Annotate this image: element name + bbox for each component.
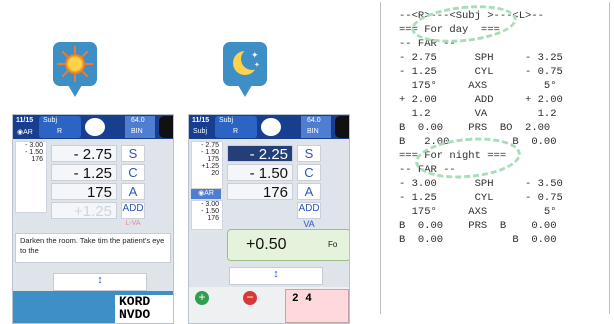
minus-button[interactable]: − bbox=[243, 291, 257, 305]
ar-cyl: - 1.50 bbox=[25, 149, 43, 156]
eye-r-label: R bbox=[57, 128, 63, 135]
va-label: VA bbox=[303, 219, 315, 229]
cyl-value[interactable]: - 1.25 bbox=[51, 164, 117, 182]
print-line: B 0.00 B 0.00 bbox=[399, 234, 557, 246]
sph-label[interactable]: S bbox=[121, 145, 145, 162]
sph-label[interactable]: S bbox=[297, 145, 321, 162]
va-label: L-VA bbox=[125, 220, 141, 227]
plus-button[interactable]: + bbox=[195, 291, 209, 305]
star-icon: ✦ bbox=[251, 50, 259, 60]
panel-edge bbox=[159, 116, 173, 138]
subj-axs: 175 bbox=[207, 156, 219, 163]
ar-sph: - 3.00 bbox=[25, 142, 43, 149]
top-bar: 11/15 ◉AR Subj R 64.0 BIN bbox=[13, 115, 173, 139]
lens-icon[interactable] bbox=[261, 118, 281, 136]
sun-icon bbox=[65, 54, 85, 74]
add-value[interactable]: +1.25 bbox=[51, 202, 117, 220]
date-label: 11/15 bbox=[192, 117, 210, 124]
pd-value: 64.0 bbox=[131, 117, 145, 124]
instruction-message: Darken the room. Take tim the patient's … bbox=[15, 233, 171, 263]
scroll-arrow-button[interactable]: ↕ bbox=[229, 267, 323, 285]
print-line: B 0.00 PRS BO 2.00 bbox=[399, 122, 551, 134]
print-line: - 1.25 CYL - 0.75 bbox=[399, 192, 563, 204]
print-line: - 1.25 CYL - 0.75 bbox=[399, 66, 563, 78]
ar-cyl: - 1.50 bbox=[201, 208, 219, 215]
bin-button[interactable]: 64.0 BIN bbox=[125, 116, 155, 138]
scroll-arrow-button[interactable]: ↕ bbox=[53, 273, 147, 291]
print-line: B 0.00 PRS B 0.00 bbox=[399, 220, 557, 232]
cyl-label[interactable]: C bbox=[121, 164, 145, 181]
print-line: 175° AXS 5° bbox=[399, 80, 557, 92]
axs-value[interactable]: 176 bbox=[227, 183, 293, 201]
night-device-screen: 11/15 Subj Subj R 64.0 BIN - 2.75 - 1.50… bbox=[188, 114, 350, 324]
add-label[interactable]: ADD bbox=[297, 202, 321, 219]
print-line: 175° AXS 5° bbox=[399, 206, 557, 218]
number-chart[interactable]: 2 4 bbox=[285, 289, 349, 323]
bin-button[interactable]: 64.0 BIN bbox=[301, 116, 331, 138]
ar-sph: - 3.00 bbox=[201, 201, 219, 208]
day-device-screen: 11/15 ◉AR Subj R 64.0 BIN - 3.00 - 1.50 … bbox=[12, 114, 174, 324]
ar-tag[interactable]: ◉AR bbox=[17, 128, 33, 136]
print-line: - 3.00 SPH - 3.50 bbox=[399, 178, 563, 190]
subj-label: Subj bbox=[43, 117, 58, 124]
subj-tab[interactable]: Subj R bbox=[215, 116, 257, 138]
chart-line-2: NVDO bbox=[119, 307, 151, 322]
add-value-box[interactable]: +0.50 Fo bbox=[227, 229, 349, 261]
print-line: + 2.00 ADD + 2.00 bbox=[399, 94, 563, 106]
print-line: 1.2 VA 1.2 bbox=[399, 108, 557, 120]
axs-value[interactable]: 175 bbox=[51, 183, 117, 201]
top-bar: 11/15 Subj Subj R 64.0 BIN bbox=[189, 115, 349, 139]
subj-tab[interactable]: Subj R bbox=[39, 116, 81, 138]
date-label: 11/15 bbox=[16, 117, 34, 124]
cyl-label[interactable]: C bbox=[297, 164, 321, 181]
printout-slip: --<R>---<Subj >---<L>-- === For day === … bbox=[380, 0, 610, 314]
star-icon: ✦ bbox=[254, 62, 260, 69]
subj-tag[interactable]: Subj bbox=[193, 128, 207, 135]
bin-label: BIN bbox=[307, 128, 319, 135]
ar-axs: 176 bbox=[207, 215, 219, 222]
panel-edge bbox=[335, 116, 349, 138]
night-add-value: +0.50 bbox=[246, 236, 287, 253]
ar-values: - 3.00 - 1.50 176 bbox=[15, 141, 47, 213]
add-label[interactable]: ADD bbox=[121, 202, 145, 219]
ar-tag[interactable]: ◉AR bbox=[191, 189, 221, 199]
acuity-chart[interactable]: KORD NVDO bbox=[115, 295, 173, 323]
subj-add: +1.25 bbox=[201, 163, 219, 170]
subj-sph: - 2.75 bbox=[201, 142, 219, 149]
ar-values: - 3.00 - 1.50 176 bbox=[191, 200, 223, 230]
subj-va: 20 bbox=[211, 170, 219, 177]
axs-label[interactable]: A bbox=[121, 183, 145, 200]
ar-axs: 176 bbox=[31, 156, 43, 163]
pd-value: 64.0 bbox=[307, 117, 321, 124]
cyl-value[interactable]: - 1.50 bbox=[227, 164, 293, 182]
night-mode-badge: ✦ ✦ bbox=[223, 42, 267, 97]
sph-value[interactable]: - 2.25 bbox=[227, 145, 293, 163]
bin-label: BIN bbox=[131, 128, 143, 135]
eye-r-label: R bbox=[233, 128, 239, 135]
subj-label: Subj bbox=[219, 117, 234, 124]
add-suffix: Fo bbox=[328, 240, 338, 249]
sph-value[interactable]: - 2.75 bbox=[51, 145, 117, 163]
subj-cyl: - 1.50 bbox=[201, 149, 219, 156]
print-line: - 2.75 SPH - 3.25 bbox=[399, 52, 563, 64]
axs-label[interactable]: A bbox=[297, 183, 321, 200]
day-mode-badge bbox=[53, 42, 97, 97]
subj-values: - 2.75 - 1.50 175 +1.25 20 bbox=[191, 141, 223, 189]
lens-icon[interactable] bbox=[85, 118, 105, 136]
